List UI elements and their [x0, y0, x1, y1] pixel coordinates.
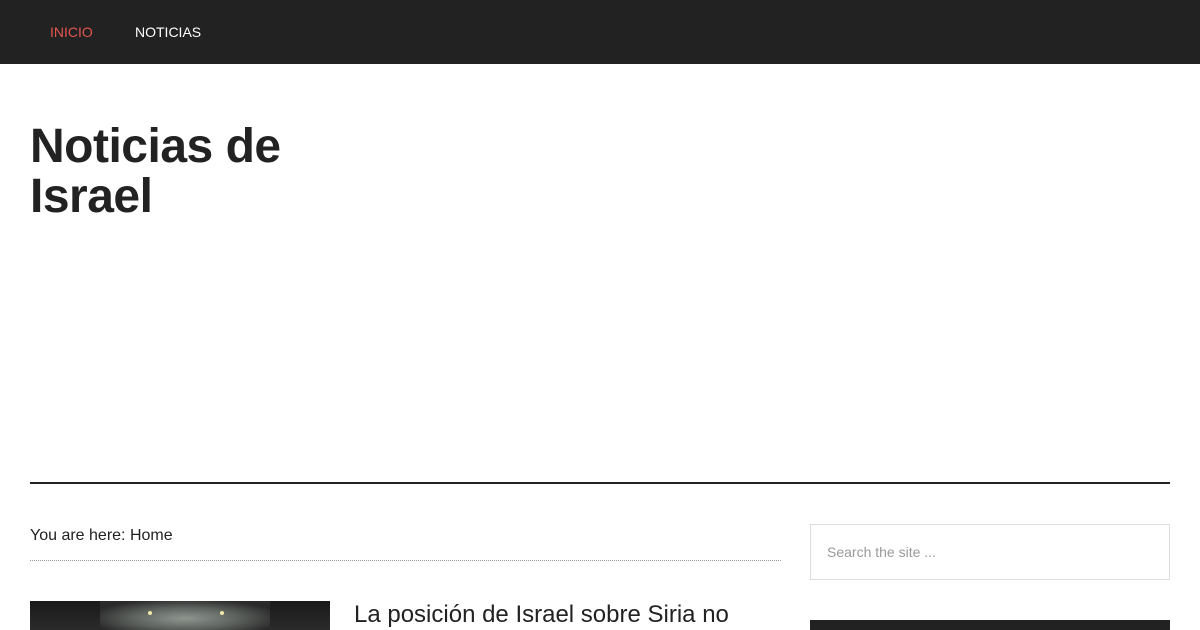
thumbnail-lamp	[148, 611, 152, 615]
post-thumbnail[interactable]	[30, 601, 330, 630]
header-divider	[30, 482, 1170, 484]
post-title-link[interactable]: La posición de Israel sobre Siria no	[354, 600, 784, 630]
search-input[interactable]	[810, 524, 1170, 580]
thumbnail-lamp	[220, 611, 224, 615]
nav-item-noticias[interactable]: NOTICIAS	[135, 23, 201, 41]
sidebar-widget-header	[810, 620, 1170, 630]
breadcrumb: You are here: Home	[30, 526, 781, 561]
site-title[interactable]: Noticias de Israel	[30, 122, 350, 222]
breadcrumb-home-link[interactable]: Home	[130, 527, 173, 544]
top-navigation: INICIO NOTICIAS	[0, 0, 1200, 64]
site-title-line-2: Israel	[30, 170, 153, 223]
breadcrumb-prefix: You are here:	[30, 527, 130, 544]
site-title-line-1: Noticias de	[30, 120, 281, 173]
nav-item-inicio[interactable]: INICIO	[50, 23, 93, 41]
thumbnail-light-glow	[100, 601, 270, 630]
